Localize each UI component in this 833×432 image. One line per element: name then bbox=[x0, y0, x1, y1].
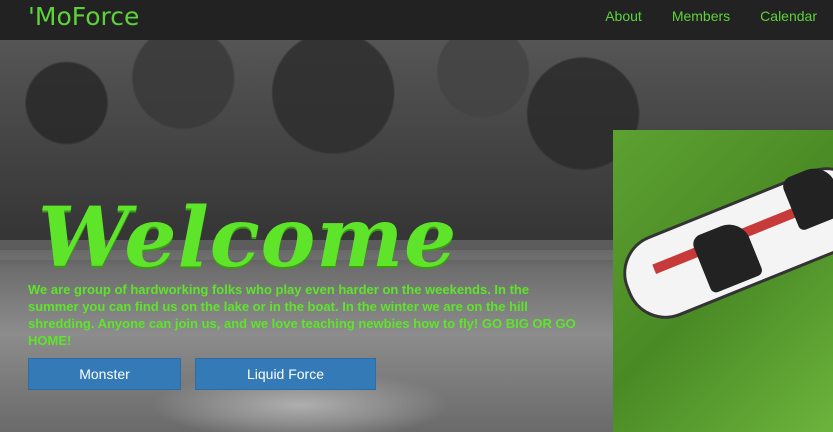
nav-links: About Members Calendar bbox=[605, 8, 817, 24]
monster-button[interactable]: Monster bbox=[28, 358, 181, 390]
wakeboard-photo bbox=[613, 130, 833, 432]
nav-link-calendar[interactable]: Calendar bbox=[760, 8, 817, 24]
binding-right bbox=[780, 161, 833, 232]
top-navbar: 'MoForce About Members Calendar bbox=[0, 0, 833, 41]
welcome-heading: Welcome bbox=[38, 189, 458, 286]
wakeboard-image bbox=[613, 155, 833, 331]
nav-link-about[interactable]: About bbox=[605, 8, 642, 24]
liquid-force-button[interactable]: Liquid Force bbox=[195, 358, 376, 390]
brand-logo[interactable]: 'MoForce bbox=[28, 1, 139, 33]
nav-link-members[interactable]: Members bbox=[672, 8, 730, 24]
intro-paragraph: We are group of hardworking folks who pl… bbox=[28, 282, 576, 348]
